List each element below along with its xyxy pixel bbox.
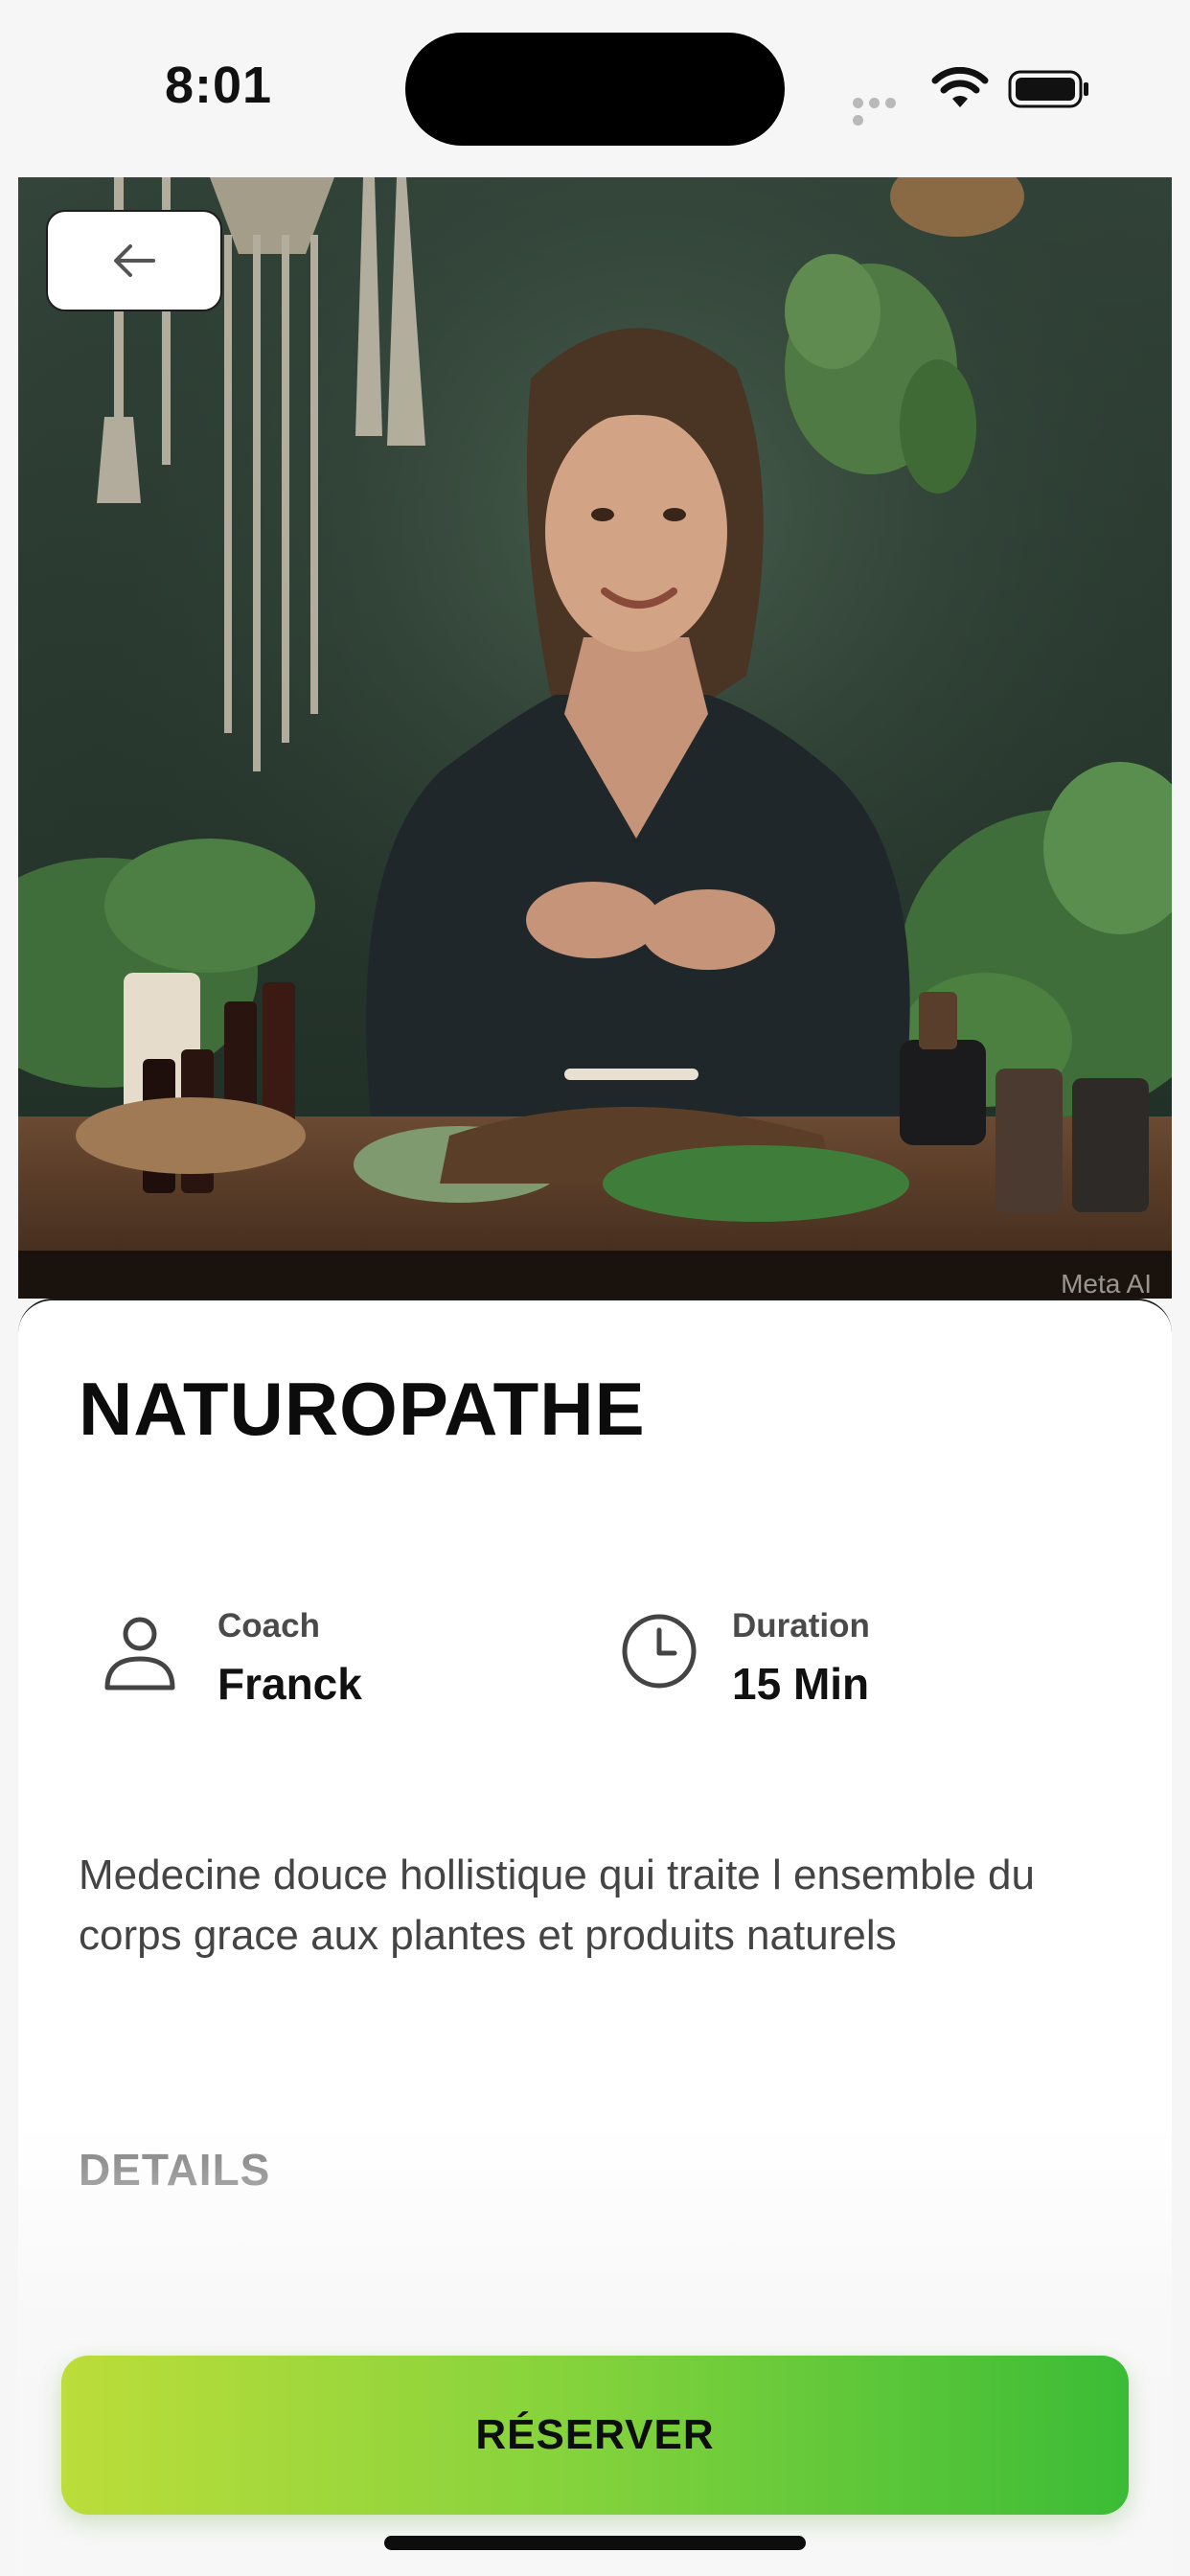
coach-label: Coach: [217, 1607, 320, 1644]
hero-illustration: [18, 177, 1172, 1299]
duration-label: Duration: [732, 1607, 870, 1644]
home-indicator[interactable]: [384, 2536, 806, 2550]
coach-info: Coach Franck: [79, 1598, 538, 1709]
hero-image: [18, 177, 1172, 1299]
arrow-left-icon: [114, 244, 155, 277]
service-title: NATUROPATHE: [79, 1367, 646, 1451]
cellular-signal-icon: [853, 96, 914, 126]
status-time: 8:01: [165, 57, 273, 114]
clock-icon: [622, 1614, 697, 1689]
details-heading: DETAILS: [79, 2145, 271, 2195]
wifi-icon: [931, 67, 989, 107]
reserve-button-label: RÉSERVER: [475, 2411, 715, 2458]
user-icon: [104, 1617, 175, 1690]
coach-value: Franck: [217, 1659, 362, 1709]
battery-icon: [1008, 70, 1088, 108]
back-button[interactable]: [46, 210, 222, 311]
reserve-button[interactable]: RÉSERVER: [61, 2356, 1129, 2515]
service-description: Medecine douce hollistique qui traite l …: [79, 1852, 1035, 1959]
service-detail-screen: 8:01 Meta AI NATUROPATHE Coach Franck Du…: [0, 0, 1190, 2576]
duration-info: Duration 15 Min: [593, 1598, 1053, 1709]
image-watermark: Meta AI: [1061, 1269, 1152, 1299]
dynamic-island: [405, 33, 785, 146]
status-bar: 8:01: [0, 0, 1190, 172]
duration-value: 15 Min: [732, 1659, 870, 1709]
